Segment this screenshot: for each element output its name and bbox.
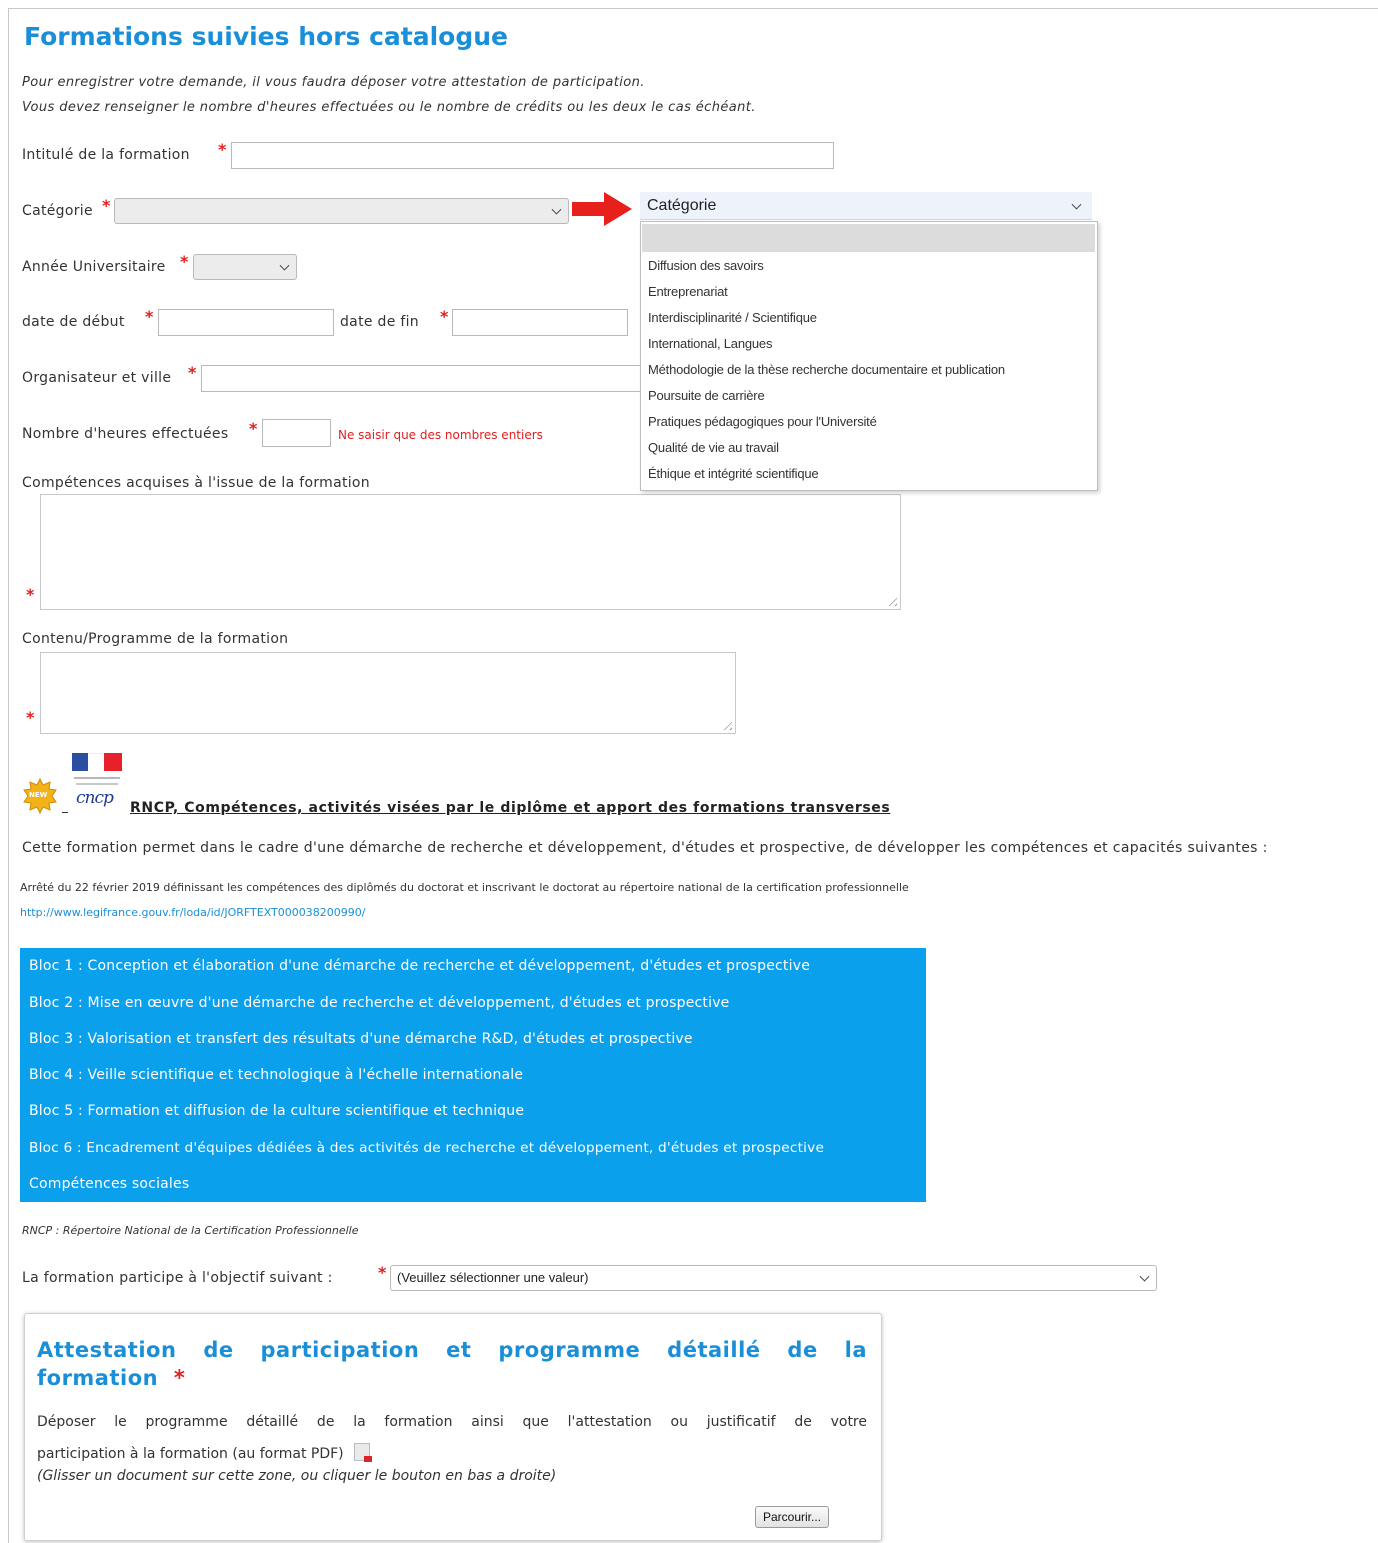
new-badge-icon: NEW (22, 777, 58, 815)
rncp-arrete: Arrêté du 22 février 2019 définissant le… (20, 881, 909, 894)
separator (62, 812, 68, 813)
page-title: Formations suivies hors catalogue (24, 22, 509, 51)
organisateur-input[interactable] (201, 365, 651, 392)
competences-label: Compétences acquises à l'issue de la for… (22, 475, 370, 491)
intitule-label: Intitulé de la formation (22, 147, 190, 163)
heures-label: Nombre d'heures effectuées (22, 426, 229, 442)
objectif-label: La formation participe à l'objectif suiv… (22, 1270, 333, 1286)
dropdown-option[interactable]: Qualité de vie au travail (648, 440, 779, 455)
intro-line-2: Vous devez renseigner le nombre d'heures… (22, 100, 756, 115)
categorie-dropdown-list: Diffusion des savoirs Entreprenariat Int… (640, 221, 1098, 491)
required-marker: * (26, 585, 35, 604)
annee-label: Année Universitaire (22, 259, 166, 275)
date-fin-label: date de fin (340, 314, 419, 330)
dropdown-option[interactable]: Pratiques pédagogiques pour l'Université (648, 414, 877, 429)
date-fin-input[interactable] (452, 309, 628, 336)
rncp-description: Cette formation permet dans le cadre d'u… (22, 840, 1268, 856)
required-marker: * (440, 307, 449, 326)
dropdown-option[interactable]: Méthodologie de la thèse recherche docum… (648, 362, 1005, 377)
resize-grip-icon[interactable] (720, 718, 732, 730)
dropdown-option[interactable]: Interdisciplinarité / Scientifique (648, 310, 817, 325)
dropdown-option[interactable]: Diffusion des savoirs (648, 258, 764, 273)
date-debut-input[interactable] (158, 309, 334, 336)
attestation-text-line1: Déposer le programme détaillé de la form… (37, 1414, 867, 1430)
pdf-file-icon (354, 1443, 373, 1462)
dropdown-option[interactable]: Poursuite de carrière (648, 388, 765, 403)
chevron-down-icon (1071, 199, 1082, 210)
attestation-dropzone[interactable]: Attestation de participation et programm… (24, 1313, 882, 1541)
required-marker: * (218, 140, 227, 159)
chevron-down-icon (551, 204, 562, 215)
bloc-item[interactable]: Bloc 2 : Mise en œuvre d'une démarche de… (29, 995, 730, 1011)
categorie-label: Catégorie (22, 203, 93, 219)
bloc-item[interactable]: Bloc 4 : Veille scientifique et technolo… (29, 1067, 523, 1083)
parcourir-button[interactable]: Parcourir... (755, 1506, 829, 1528)
required-marker: * (173, 1366, 186, 1390)
date-debut-label: date de début (22, 314, 125, 330)
objectif-select[interactable]: (Veuillez sélectionner une valeur) (390, 1265, 1157, 1291)
attestation-title-line2: formation * (37, 1366, 186, 1390)
bloc-item[interactable]: Compétences sociales (29, 1176, 189, 1192)
competences-textarea[interactable] (40, 494, 901, 610)
dropdown-option[interactable]: Éthique et intégrité scientifique (648, 466, 819, 481)
blocs-list: Bloc 1 : Conception et élaboration d'une… (20, 948, 926, 1202)
rncp-footnote: RNCP : Répertoire National de la Certifi… (22, 1224, 359, 1237)
dropdown-option[interactable]: International, Langues (648, 336, 772, 351)
heures-hint: Ne saisir que des nombres entiers (338, 428, 543, 442)
dropdown-option[interactable]: Entreprenariat (648, 284, 728, 299)
categorie-dropdown-header[interactable]: Catégorie (640, 192, 1092, 220)
dropdown-header-label: Catégorie (647, 197, 717, 214)
required-marker: * (188, 363, 197, 382)
window-frame-top (8, 8, 1378, 9)
organisateur-label: Organisateur et ville (22, 370, 172, 386)
contenu-textarea[interactable] (40, 652, 736, 734)
annee-select[interactable] (193, 254, 297, 280)
intitule-input[interactable] (231, 142, 834, 169)
rncp-heading-link[interactable]: RNCP, Compétences, activités visées par … (130, 800, 890, 816)
intro-line-1: Pour enregistrer votre demande, il vous … (22, 75, 645, 90)
legifrance-link[interactable]: http://www.legifrance.gouv.fr/loda/id/JO… (20, 906, 365, 919)
window-frame-left (8, 8, 9, 1543)
bloc-item[interactable]: Bloc 5 : Formation et diffusion de la cu… (29, 1103, 524, 1119)
attestation-text-line2: participation à la formation (au format … (37, 1443, 373, 1462)
required-marker: * (249, 419, 258, 438)
required-marker: * (180, 252, 189, 271)
bloc-item[interactable]: Bloc 1 : Conception et élaboration d'une… (29, 958, 810, 974)
contenu-label: Contenu/Programme de la formation (22, 631, 289, 647)
required-marker: * (378, 1263, 387, 1282)
heures-input[interactable] (262, 419, 331, 447)
chevron-down-icon (279, 260, 290, 271)
required-marker: * (145, 307, 154, 326)
attestation-title: Attestation de participation et programm… (37, 1338, 867, 1362)
red-arrow-icon (572, 192, 632, 226)
required-marker: * (26, 708, 35, 727)
attestation-hint: (Glisser un document sur cette zone, ou … (37, 1468, 557, 1484)
bloc-item[interactable]: Bloc 6 : Encadrement d'équipes dédiées à… (29, 1140, 824, 1156)
categorie-select[interactable] (114, 198, 569, 224)
bloc-item[interactable]: Bloc 3 : Valorisation et transfert des r… (29, 1031, 693, 1047)
required-marker: * (102, 196, 111, 215)
objectif-select-value: (Veuillez sélectionner une valeur) (397, 1270, 589, 1285)
chevron-down-icon (1139, 1271, 1150, 1282)
resize-grip-icon[interactable] (885, 594, 897, 606)
dropdown-option-blank[interactable] (642, 224, 1095, 252)
cncp-logo: cncp (76, 788, 114, 808)
